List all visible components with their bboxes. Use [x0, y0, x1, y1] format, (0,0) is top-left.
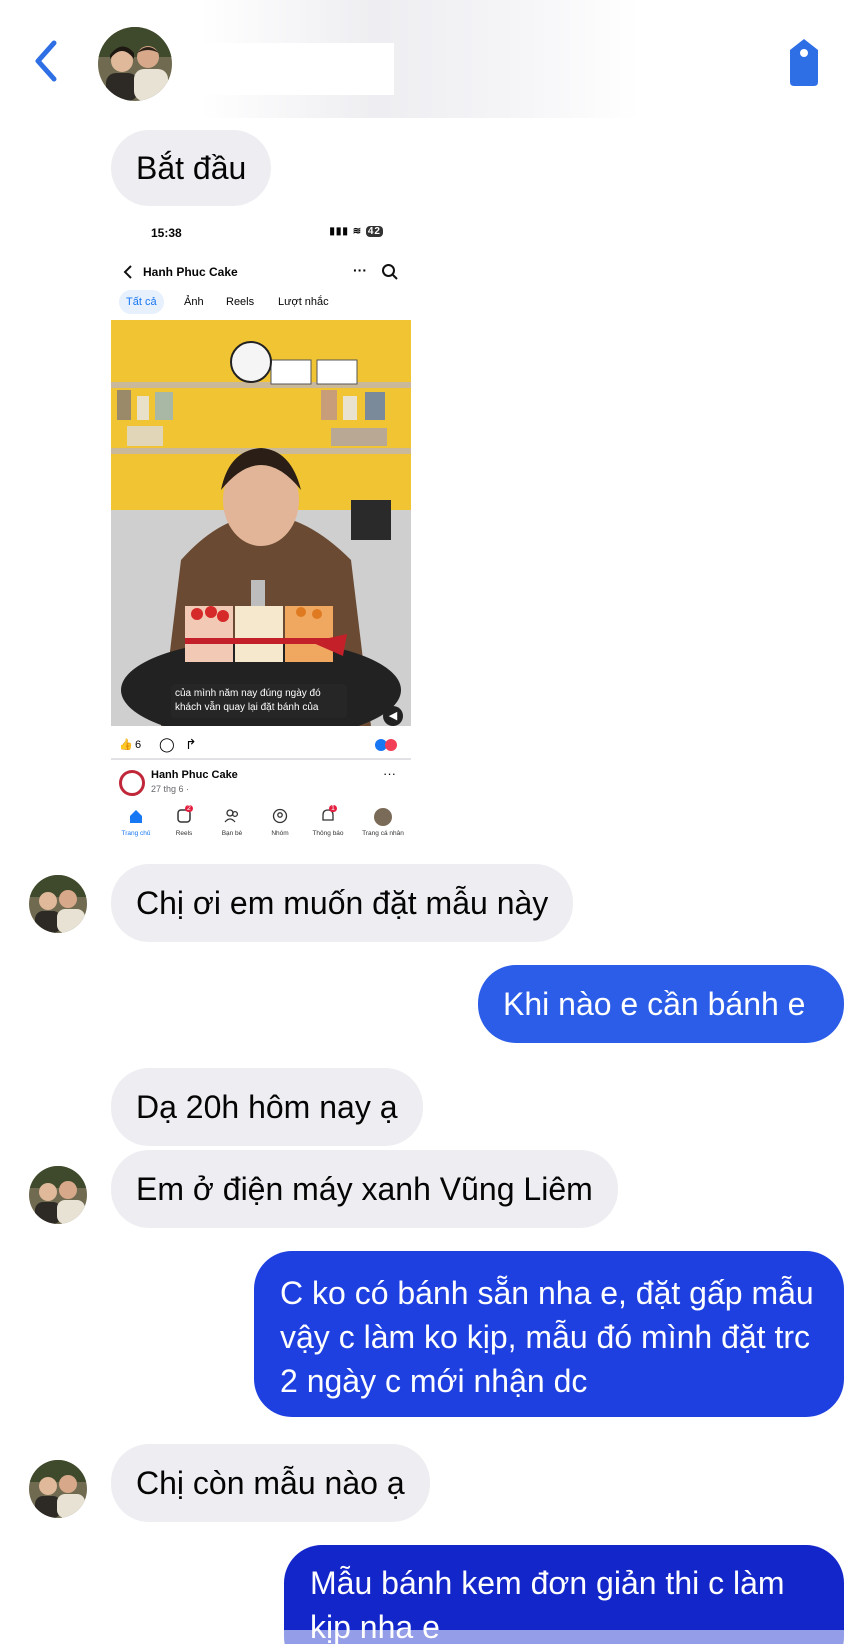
- post-header: Hanh Phuc Cake 27 thg 6 · ···: [111, 764, 411, 800]
- groups-icon: [272, 808, 288, 824]
- tag-icon: [790, 39, 818, 86]
- search-icon: [382, 264, 398, 280]
- nav-profile: Trang cá nhân: [355, 806, 411, 837]
- reaction-love-icon: [385, 739, 397, 751]
- message-outgoing[interactable]: Khi nào e cần bánh e: [478, 965, 844, 1043]
- status-bar: 15:38 ▮▮▮ ≋ 42: [111, 216, 411, 252]
- comment-icon: ◯: [159, 736, 175, 752]
- sender-avatar[interactable]: [29, 1460, 87, 1518]
- page-bar: Hanh Phuc Cake ···: [111, 256, 411, 288]
- chevron-left-icon: [35, 40, 57, 82]
- sender-avatar[interactable]: [29, 875, 87, 933]
- nav-reels: 2 Reels: [175, 805, 193, 837]
- nav-notifications: 1 Thông báo: [312, 805, 344, 837]
- contact-avatar[interactable]: [98, 27, 172, 101]
- message-incoming[interactable]: Chị còn mẫu nào ạ: [111, 1444, 430, 1522]
- video-caption: của mình năm nay đúng ngày đó khách vẫn …: [171, 684, 347, 718]
- contact-name-redacted: [192, 43, 394, 95]
- nav-friends: Bạn bè: [209, 806, 255, 837]
- page-name: Hanh Phuc Cake: [143, 265, 238, 279]
- profile-icon: [374, 808, 392, 826]
- battery-level: 42: [365, 226, 383, 237]
- nav-home: Trang chủ: [113, 806, 159, 837]
- more-icon: ···: [383, 766, 396, 781]
- tab-photos: Ảnh: [184, 296, 204, 308]
- friends-icon: [224, 809, 239, 823]
- like-count: 6: [135, 739, 142, 751]
- tag-button[interactable]: [782, 36, 826, 90]
- home-icon: [130, 810, 142, 823]
- page-tabs: Tất cả Ảnh Reels Lượt nhắc: [111, 290, 411, 316]
- bottom-fade: [0, 1630, 868, 1644]
- post-author: Hanh Phuc Cake: [151, 769, 238, 781]
- sender-avatar[interactable]: [29, 1166, 87, 1224]
- post-actions: 👍 6 ◯ ↱: [111, 730, 411, 760]
- message-incoming[interactable]: Chị ơi em muốn đặt mẫu này: [111, 864, 574, 942]
- chevron-left-icon: [123, 265, 132, 279]
- nav-groups: Nhóm: [257, 806, 303, 837]
- like-icon: 👍: [119, 739, 133, 751]
- message-incoming[interactable]: Em ở điện máy xanh Vũng Liêm: [111, 1150, 618, 1228]
- message-incoming[interactable]: Bắt đầu: [111, 130, 272, 206]
- back-button[interactable]: [28, 36, 68, 86]
- message-outgoing[interactable]: C ko có bánh sẵn nha e, đặt gấp mẫu vậy …: [254, 1251, 844, 1417]
- chat-header: [0, 0, 868, 118]
- bottom-nav: Trang chủ 2 Reels Bạn bè Nhóm 1 Thông bá…: [111, 804, 411, 850]
- tab-all: Tất cả: [119, 290, 164, 314]
- tab-reels: Reels: [226, 296, 255, 308]
- video-frame: của mình năm nay đúng ngày đó khách vẫn …: [111, 320, 411, 726]
- status-time: 15:38: [151, 226, 182, 240]
- post-date: 27 thg 6 ·: [151, 784, 190, 794]
- tab-mentions: Lượt nhắc: [278, 296, 329, 308]
- message-incoming[interactable]: Dạ 20h hôm nay ạ: [111, 1068, 423, 1146]
- page-logo-icon: [119, 770, 145, 796]
- mute-icon: ◀: [383, 706, 403, 726]
- more-icon: ···: [353, 262, 367, 278]
- shared-screenshot[interactable]: 15:38 ▮▮▮ ≋ 42 Hanh Phuc Cake ··· Tất cả…: [111, 216, 411, 850]
- signal-icon: ▮▮▮ ≋ 42: [329, 226, 383, 237]
- share-icon: ↱: [185, 736, 197, 752]
